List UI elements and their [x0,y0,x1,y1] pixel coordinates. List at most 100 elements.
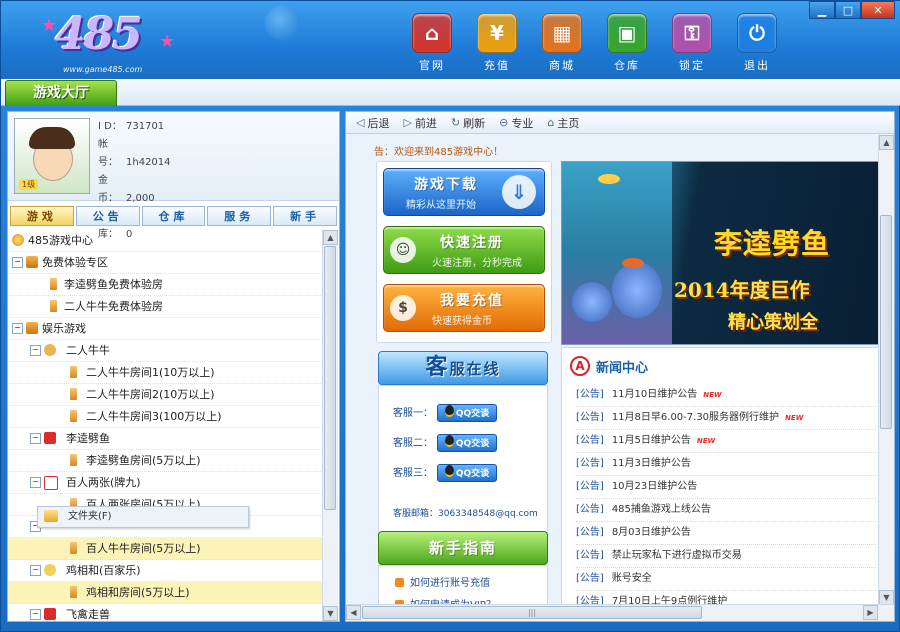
nav-warehouse-label: 仓库 [614,59,640,72]
tree-row[interactable]: − 百人两张(牌九) [8,472,323,494]
tree-toggle-icon[interactable]: − [30,345,41,356]
scroll-down-arrow-icon[interactable]: ▼ [879,590,894,605]
tree-row[interactable]: 鸡相和房间(5万以上) [8,582,323,604]
news-item[interactable]: [公告] 禁止玩家私下进行虚拟币交易 [576,545,876,568]
power-icon: ⏻ [737,13,777,53]
qq-chat-button[interactable]: QQ交谈 [437,434,497,452]
tab-game-lobby[interactable]: 游戏大厅 [5,80,117,106]
nav-official-button[interactable]: ⌂ 官网 [411,13,453,73]
nav-exit-button[interactable]: ⏻ 退出 [736,13,778,73]
scroll-up-arrow-icon[interactable]: ▲ [879,135,894,150]
news-item[interactable]: [公告] 7月10日上午9点例行维护 [576,591,876,605]
news-item[interactable]: [公告] 11月8日早6.00-7.30服务器例行维护 NEW [576,407,876,430]
toolbar-refresh-button[interactable]: ↻ 刷新 [451,115,485,131]
qq-chat-label: QQ交谈 [455,409,490,419]
news-item[interactable]: [公告] 账号安全 [576,568,876,591]
scroll-up-arrow-icon[interactable]: ▲ [323,230,338,245]
tree-row[interactable]: − 免费体验专区 [8,252,323,274]
banner-subtitle: 2014年度巨作 [674,278,810,302]
subtab-4[interactable]: 新手 [273,206,337,226]
tree-row[interactable]: − 鸡相和(百家乐) [8,560,323,582]
tree-row[interactable]: 二人牛牛房间1(10万以上) [8,362,323,384]
tree-row[interactable]: − 李逵劈鱼 [8,428,323,450]
tree-row[interactable]: 二人牛牛房间3(100万以上) [8,406,323,428]
game-tree: 485游戏中心 − 免费体验专区 李逵劈鱼免费体验房 二人牛牛免费体验房 − 娱乐游戏 − 二人… [8,230,323,622]
nav-mall-button[interactable]: ▦ 商城 [541,13,583,73]
tree-row[interactable]: 百人牛牛房间(5万以上) [8,538,323,560]
maximize-button[interactable]: □ [835,1,861,19]
tree-row[interactable]: 二人牛牛房间2(10万以上) [8,384,323,406]
tree-row[interactable]: − 娱乐游戏 [8,318,323,340]
tree-card-icon [44,476,58,490]
tree-room-icon [50,278,57,290]
tree-label: 免费体验专区 [42,256,108,269]
service-row: 客服三： QQ交谈 [393,464,497,482]
content-horizontal-scrollbar[interactable]: ◀ ||| ▶ [346,604,894,621]
service-head-rest: 服在线 [449,360,501,378]
news-tag: [公告] [576,504,604,515]
tree-toggle-icon[interactable]: − [30,565,41,576]
tree-toggle-icon[interactable]: − [30,609,41,620]
id-value: 731701 [126,121,165,132]
avatar[interactable]: 1级 [14,118,90,194]
news-item[interactable]: [公告] 11月5日维护公告 NEW [576,430,876,453]
subtab-1[interactable]: 公告 [75,206,140,226]
tree-row[interactable]: − 飞禽走兽 [8,604,323,622]
news-item[interactable]: [公告] 10月23日维护公告 [576,476,876,499]
news-item[interactable]: [公告] 8月03日维护公告 [576,522,876,545]
nav-warehouse-button[interactable]: ▣ 仓库 [606,13,648,73]
qq-chat-button[interactable]: QQ交谈 [437,404,497,422]
news-tag: [公告] [576,550,604,561]
big-button-0[interactable]: ⇓ 游戏下载 精彩从这里开始 [383,168,545,216]
tree-row[interactable]: 李逵劈鱼房间(5万以上) [8,450,323,472]
news-item[interactable]: [公告] 11月10日维护公告 NEW [576,384,876,407]
tree-label: 娱乐游戏 [42,322,86,335]
content-vertical-scrollbar[interactable]: ▲ ▼ [878,135,894,605]
tree-toggle-icon[interactable]: − [30,433,41,444]
banner-title: 李逵劈鱼 [714,227,831,260]
nav-recharge-button[interactable]: ¥ 充值 [476,13,518,73]
news-item[interactable]: [公告] 11月3日维护公告 [576,453,876,476]
scroll-thumb[interactable] [880,215,892,429]
toolbar-back-button[interactable]: ◁ 后退 [356,115,389,131]
scroll-left-arrow-icon[interactable]: ◀ [346,605,361,620]
scroll-thumb[interactable]: ||| [362,606,702,619]
tree-room-icon [70,410,77,422]
scroll-down-arrow-icon[interactable]: ▼ [323,606,338,621]
subtab-0[interactable]: 游戏 [10,206,74,226]
toolbar-forward-button[interactable]: ▷ 前进 [403,115,436,131]
tree-toggle-icon[interactable]: − [12,323,23,334]
qq-penguin-icon [444,465,454,477]
big-button-2[interactable]: $ 我要充值 快速获得金币 [383,284,545,332]
qq-chat-button[interactable]: QQ交谈 [437,464,497,482]
scroll-thumb[interactable] [324,246,336,510]
nav-lock-button[interactable]: ⚿ 锁定 [671,13,713,73]
guide-link-text: 如何进行账号充值 [410,578,490,589]
minimize-button[interactable]: ▁ [809,1,835,19]
tree-toggle-icon[interactable]: − [12,257,23,268]
promo-banner[interactable]: 李逵劈鱼 2014年度巨作 精心策划全 [561,161,879,345]
tree-room-icon [50,300,57,312]
close-button[interactable]: ✕ [861,1,895,19]
context-menu-folder[interactable]: 文件夹(F) [37,506,249,528]
tree-row[interactable]: 二人牛牛免费体验房 [8,296,323,318]
nav-official-label: 官网 [419,59,445,72]
news-item[interactable]: [公告] 485捕鱼游戏上线公告 [576,499,876,522]
tree-row[interactable]: 485游戏中心 [8,230,323,252]
tree-label: 鸡相和(百家乐) [66,564,141,577]
tree-toggle-icon[interactable]: − [30,477,41,488]
notice-text: 告：欢迎来到485游戏中心！ [374,147,504,158]
tree-new-icon [44,608,56,620]
news-title: 新闻中心 [596,360,649,376]
toolbar-pro-button[interactable]: ⊖ 专业 [499,115,533,131]
tree-row[interactable]: − 二人牛牛 [8,340,323,362]
tree-row[interactable]: 李逵劈鱼免费体验房 [8,274,323,296]
big-button-1[interactable]: ☺ 快速注册 火速注册，分秒完成 [383,226,545,274]
new-badge: NEW [696,437,716,445]
toolbar-home-button[interactable]: ⌂ 主页 [547,115,579,131]
subtab-2[interactable]: 仓库 [141,206,206,226]
scroll-right-arrow-icon[interactable]: ▶ [863,605,878,620]
guide-link[interactable]: 如何进行账号充值 [395,574,490,589]
subtab-3[interactable]: 服务 [207,206,272,226]
tree-scrollbar[interactable]: ▲ ▼ [322,230,338,621]
